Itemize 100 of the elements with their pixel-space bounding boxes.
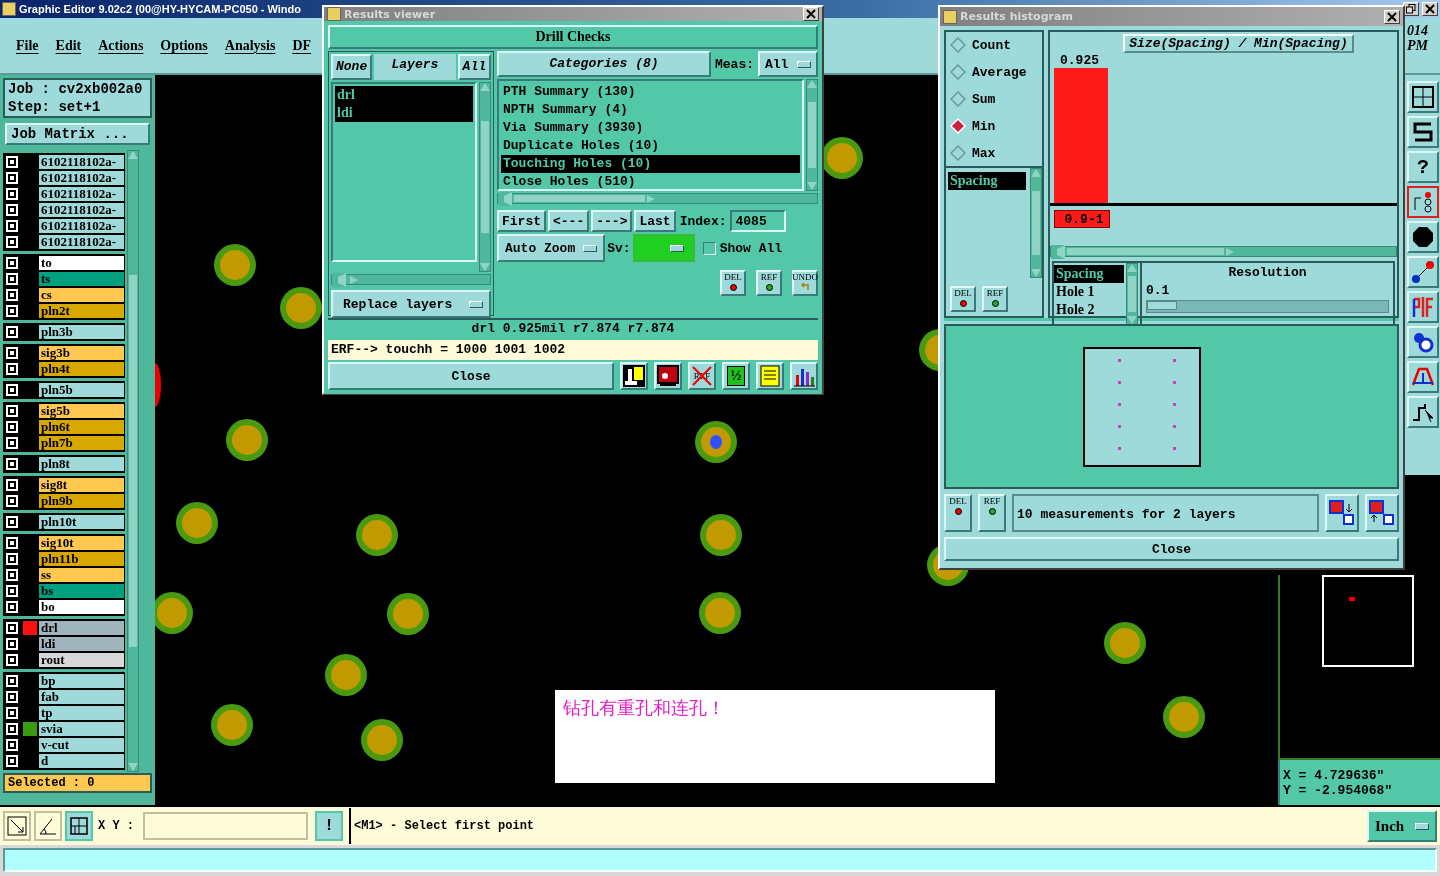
layer-name[interactable]: 6102118102a-	[39, 235, 124, 249]
layer-name[interactable]: sig3b	[39, 346, 124, 360]
layer-name[interactable]: pln9b	[39, 494, 124, 508]
menu-item[interactable]: File	[16, 37, 39, 54]
scrollbar[interactable]	[1126, 263, 1138, 325]
checkbox[interactable]	[8, 624, 16, 632]
replace-layers-dropdown[interactable]: Replace layers	[331, 290, 491, 318]
layer-name[interactable]: 6102118102a-	[39, 203, 124, 217]
select-none-button[interactable]: None	[331, 54, 373, 80]
list-item[interactable]: Via Summary (3930)	[501, 119, 800, 137]
radio-button[interactable]	[950, 37, 966, 53]
checkbox[interactable]	[8, 222, 16, 230]
scrollbar[interactable]	[127, 150, 139, 772]
help-button[interactable]: ?	[1407, 151, 1439, 183]
scrollbar[interactable]	[806, 79, 818, 191]
checkbox[interactable]	[8, 206, 16, 214]
checkbox[interactable]	[8, 497, 16, 505]
checkbox[interactable]	[8, 291, 16, 299]
grid-icon[interactable]	[1407, 81, 1439, 113]
layer-name[interactable]: sig8t	[39, 478, 124, 492]
select-all-button[interactable]: All	[457, 54, 491, 80]
close-button[interactable]: Close	[328, 362, 614, 390]
layer-name[interactable]: ss	[39, 568, 124, 582]
layer-name[interactable]: bo	[39, 600, 124, 614]
checkbox[interactable]	[8, 365, 16, 373]
layer-name[interactable]: 6102118102a-	[39, 171, 124, 185]
note-icon[interactable]	[756, 362, 784, 390]
checkbox[interactable]	[8, 190, 16, 198]
close-button[interactable]	[1422, 2, 1438, 16]
close-button[interactable]: Close	[944, 537, 1399, 561]
delete-button[interactable]: DEL	[720, 270, 746, 296]
menu-item[interactable]: Analysis	[224, 37, 276, 54]
list-item[interactable]: Spacing	[1054, 265, 1124, 283]
layer-name[interactable]: pln5b	[39, 383, 124, 397]
checkbox[interactable]	[8, 158, 16, 166]
checkbox[interactable]	[8, 640, 16, 648]
layer-name[interactable]: to	[39, 256, 124, 270]
list-item[interactable]: Duplicate Holes (10)	[501, 137, 800, 155]
layer-name[interactable]: ldi	[39, 637, 124, 651]
zoom-icon[interactable]	[3, 811, 31, 841]
reference-button[interactable]: REF	[756, 270, 782, 296]
connect-icon[interactable]	[1407, 256, 1439, 288]
delete-button[interactable]: DEL	[950, 286, 976, 312]
navigation-button[interactable]: <---	[548, 210, 590, 232]
checkbox[interactable]	[8, 693, 16, 701]
delete-button[interactable]: DEL	[944, 494, 972, 532]
radio-button[interactable]	[950, 64, 966, 80]
close-button[interactable]	[1384, 9, 1400, 24]
resolution-slider[interactable]	[1146, 300, 1389, 313]
navigation-button[interactable]: First	[497, 210, 546, 232]
checkbox[interactable]	[8, 259, 16, 267]
checkbox[interactable]	[8, 349, 16, 357]
scrollbar[interactable]	[1030, 168, 1042, 278]
figure-icon[interactable]	[620, 362, 648, 390]
trapezoid-icon[interactable]	[1407, 361, 1439, 393]
checkbox[interactable]	[8, 656, 16, 664]
checkbox[interactable]	[8, 571, 16, 579]
checkbox[interactable]	[8, 407, 16, 415]
layer-name[interactable]: fab	[39, 690, 124, 704]
meas-dropdown[interactable]: All	[758, 51, 818, 77]
import-icon[interactable]	[1365, 494, 1399, 532]
grid-snap-icon[interactable]	[65, 811, 93, 841]
list-item[interactable]: PTH Summary (130)	[501, 83, 800, 101]
signal-icon[interactable]	[1407, 186, 1439, 218]
layer-name[interactable]: v-cut	[39, 738, 124, 752]
menu-item[interactable]: Options	[160, 37, 208, 54]
layer-name[interactable]: rout	[39, 653, 124, 667]
list-item[interactable]: Spacing	[948, 172, 1026, 190]
reference-button[interactable]: REF	[978, 494, 1006, 532]
layer-name[interactable]: pln6t	[39, 420, 124, 434]
units-dropdown[interactable]: Inch	[1367, 810, 1437, 842]
scrollbar[interactable]	[479, 82, 491, 272]
auto-zoom-dropdown[interactable]: Auto Zoom	[497, 234, 606, 262]
checkbox[interactable]	[8, 328, 16, 336]
chart-icon[interactable]	[790, 362, 818, 390]
monitor-icon[interactable]	[654, 362, 682, 390]
layer-name[interactable]: d	[39, 754, 124, 768]
navigation-button[interactable]: Last	[634, 210, 676, 232]
checkbox[interactable]	[8, 275, 16, 283]
alert-button[interactable]: !	[315, 811, 343, 841]
checkbox[interactable]	[8, 725, 16, 733]
checkbox[interactable]	[8, 587, 16, 595]
checkbox[interactable]	[702, 241, 716, 255]
checkbox[interactable]	[8, 238, 16, 246]
menu-item[interactable]: Edit	[55, 37, 82, 54]
layer-name[interactable]: sig5b	[39, 404, 124, 418]
layer-name[interactable]: pln11b	[39, 552, 124, 566]
close-button[interactable]	[803, 7, 819, 21]
route-icon[interactable]	[1407, 396, 1439, 428]
list-item[interactable]: ldi	[335, 104, 473, 122]
export-icon[interactable]	[1325, 494, 1359, 532]
xy-input[interactable]	[143, 812, 308, 840]
layer-name[interactable]: pln7b	[39, 436, 124, 450]
layer-name[interactable]: pln10t	[39, 515, 124, 529]
checkbox[interactable]	[8, 741, 16, 749]
checkbox[interactable]	[8, 481, 16, 489]
layer-name[interactable]: svia	[39, 722, 124, 736]
angle-icon[interactable]	[34, 811, 62, 841]
checkbox[interactable]	[8, 677, 16, 685]
list-item[interactable]: drl	[335, 86, 473, 104]
